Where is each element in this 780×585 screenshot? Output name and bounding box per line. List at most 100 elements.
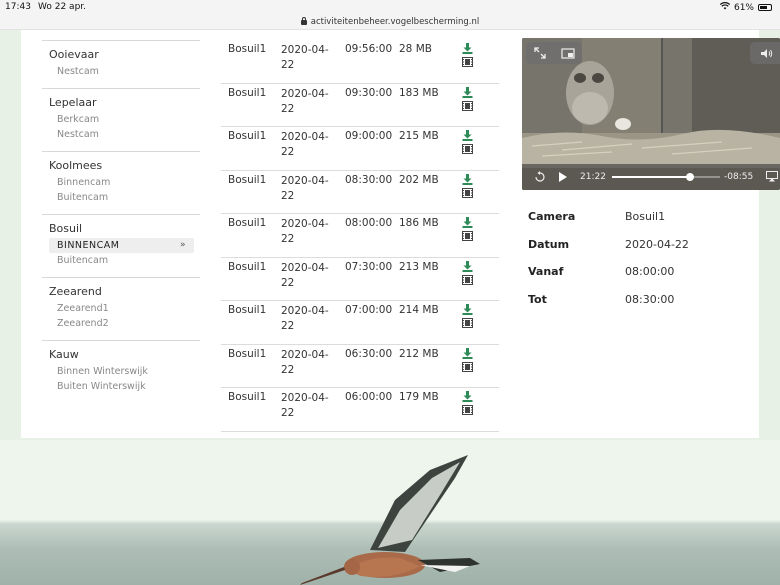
- recording-camera: Bosuil1: [228, 347, 267, 360]
- nav-cam-item[interactable]: Buiten Winterswijk: [49, 379, 194, 394]
- progress-knob[interactable]: [685, 173, 694, 181]
- play-video-icon[interactable]: [462, 405, 473, 415]
- recording-row: Bosuil1 2020-04-22 07:30:00 213 MB: [221, 258, 499, 301]
- play-video-icon[interactable]: [462, 231, 473, 241]
- status-right: 61%: [719, 2, 772, 13]
- detail-value: 2020-04-22: [625, 237, 689, 251]
- recording-row: Bosuil1 2020-04-22 09:00:00 215 MB: [221, 127, 499, 171]
- recording-time: 07:00:00: [345, 304, 393, 316]
- download-icon[interactable]: [462, 260, 473, 272]
- video-player[interactable]: 21:22 -08:55: [522, 38, 780, 190]
- background-scenery: [0, 440, 780, 585]
- recording-time: 07:30:00: [345, 260, 393, 273]
- recording-time: 09:00:00: [345, 130, 393, 142]
- detail-value: 08:30:00: [625, 292, 675, 306]
- recording-row: Bosuil1 2020-04-22 07:00:00 214 MB: [221, 301, 499, 345]
- nav-cam-item[interactable]: Nestcam: [49, 127, 194, 142]
- recording-time: 06:00:00: [345, 391, 393, 403]
- status-time: 17:43: [5, 2, 31, 12]
- download-icon[interactable]: [462, 130, 473, 141]
- nav-group-kauw: Kauw Binnen Winterswijk Buiten Winterswi…: [42, 340, 200, 403]
- airplay-icon[interactable]: [766, 171, 778, 185]
- progress-scrubber[interactable]: [612, 173, 720, 181]
- play-video-icon[interactable]: [462, 100, 473, 111]
- camera-nav: Ooievaar Nestcam Lepelaar Berkcam Nestca…: [42, 40, 200, 403]
- content-card: Ooievaar Nestcam Lepelaar Berkcam Nestca…: [21, 30, 780, 438]
- nav-group-lepelaar: Lepelaar Berkcam Nestcam: [42, 88, 200, 151]
- nav-cam-item[interactable]: Zeearend1: [49, 301, 194, 316]
- download-icon[interactable]: [462, 86, 473, 98]
- nav-cam-item[interactable]: Zeearend2: [49, 316, 194, 331]
- recording-details: Camera Bosuil1 Datum 2020-04-22 Vanaf 08…: [528, 210, 758, 320]
- address-bar[interactable]: activiteitenbeheer.vogelbescherming.nl: [0, 14, 780, 30]
- recording-size: 214 MB: [399, 304, 439, 316]
- nav-group-title: Bosuil: [49, 222, 83, 235]
- recording-actions: [462, 304, 474, 328]
- download-icon[interactable]: [462, 217, 473, 228]
- lock-icon: [300, 17, 307, 25]
- recording-row: Bosuil1 2020-04-22 06:30:00 212 MB: [221, 345, 499, 388]
- recording-row: Bosuil1 2020-04-22 09:56:00 28 MB: [221, 40, 499, 84]
- detail-label: Camera: [528, 210, 576, 223]
- nav-cam-item[interactable]: Nestcam: [49, 64, 194, 79]
- play-video-icon[interactable]: [462, 361, 473, 372]
- remaining-time: -08:55: [724, 172, 754, 182]
- nav-group-zeearend: Zeearend Zeearend1 Zeearend2: [42, 277, 200, 340]
- recording-date: 2020-04-22: [281, 392, 329, 419]
- volume-control[interactable]: [750, 42, 780, 64]
- recording-time: 06:30:00: [345, 347, 393, 360]
- recording-time: 08:30:00: [345, 173, 393, 186]
- chevron-right-icon: »: [179, 240, 186, 250]
- battery-icon: [758, 4, 772, 11]
- recording-size: 215 MB: [399, 130, 439, 142]
- play-video-icon[interactable]: [462, 144, 473, 154]
- recording-camera: Bosuil1: [228, 260, 267, 273]
- recording-camera: Bosuil1: [228, 304, 267, 316]
- nav-cam-label: BINNENCAM: [57, 240, 120, 251]
- play-video-icon[interactable]: [462, 57, 473, 67]
- godwit-bird-illustration: [300, 455, 480, 585]
- recording-date: 2020-04-22: [281, 87, 329, 115]
- nav-cam-item[interactable]: Buitencam: [49, 190, 194, 205]
- download-icon[interactable]: [462, 347, 473, 359]
- play-video-icon[interactable]: [462, 318, 473, 328]
- recording-row: Bosuil1 2020-04-22 06:00:00 179 MB: [221, 388, 499, 432]
- detail-row-to: Tot 08:30:00: [528, 293, 758, 321]
- nav-cam-item-active[interactable]: BINNENCAM »: [49, 238, 194, 253]
- nav-group-title: Zeearend: [49, 285, 102, 298]
- recording-camera: Bosuil1: [228, 391, 267, 403]
- download-icon[interactable]: [462, 391, 473, 402]
- recording-date: 2020-04-22: [281, 131, 329, 158]
- recording-date: 2020-04-22: [281, 261, 329, 289]
- fullscreen-icon[interactable]: [533, 44, 546, 63]
- detail-label: Tot: [528, 292, 547, 306]
- detail-label: Vanaf: [528, 265, 564, 278]
- nav-cam-item[interactable]: Binnencam: [49, 175, 194, 190]
- download-icon[interactable]: [462, 43, 473, 54]
- play-video-icon[interactable]: [462, 187, 473, 198]
- skip-back-icon[interactable]: [534, 171, 546, 186]
- recording-row: Bosuil1 2020-04-22 09:30:00 183 MB: [221, 84, 499, 127]
- recording-camera: Bosuil1: [228, 217, 267, 229]
- battery-percent: 61%: [733, 2, 754, 13]
- recording-row: Bosuil1 2020-04-22 08:00:00 186 MB: [221, 214, 499, 258]
- download-icon[interactable]: [462, 304, 473, 315]
- recording-time: 09:56:00: [345, 43, 393, 55]
- url-text[interactable]: activiteitenbeheer.vogelbescherming.nl: [311, 17, 480, 27]
- recording-actions: [462, 347, 474, 372]
- nav-cam-item[interactable]: Buitencam: [49, 253, 194, 268]
- recording-size: 186 MB: [399, 217, 439, 229]
- nav-group-title: Koolmees: [49, 159, 103, 172]
- play-video-icon[interactable]: [462, 274, 473, 285]
- recording-size: 28 MB: [399, 43, 432, 55]
- nav-cam-item[interactable]: Binnen Winterswijk: [49, 364, 194, 379]
- nav-group-title: Ooievaar: [49, 48, 99, 61]
- recording-time: 08:00:00: [345, 217, 393, 229]
- current-time: 21:22: [580, 172, 606, 182]
- play-icon[interactable]: [558, 171, 568, 186]
- download-icon[interactable]: [462, 173, 473, 185]
- nav-group-koolmees: Koolmees Binnencam Buitencam: [42, 151, 200, 214]
- picture-in-picture-icon[interactable]: [560, 44, 575, 63]
- nav-cam-item[interactable]: Berkcam: [49, 112, 194, 127]
- recording-camera: Bosuil1: [228, 43, 267, 55]
